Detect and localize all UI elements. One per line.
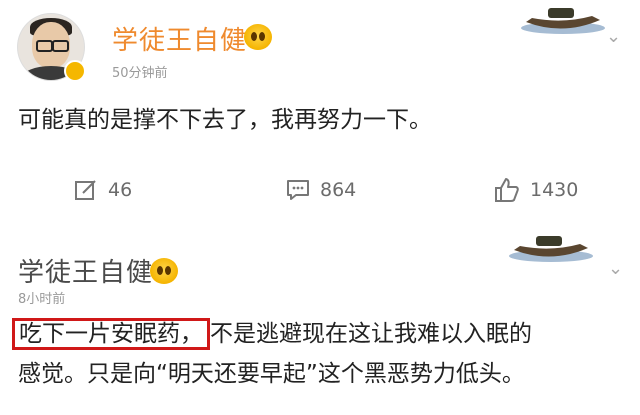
- chevron-down-icon[interactable]: ⌄: [608, 258, 623, 279]
- repost-button[interactable]: 46: [74, 170, 132, 210]
- post-content: 可能真的是撑不下去了，我再努力一下。: [18, 107, 432, 133]
- post-content: 吃下一片安眠药， 不是逃避现在这让我难以入眠的 感觉。只是向“明天还要早起”这个黑…: [12, 314, 628, 394]
- boat-sticker-icon: [509, 236, 593, 262]
- content-line-2: 感觉。只是向“明天还要早起”这个黑恶势力低头。: [18, 361, 525, 387]
- weibo-post-1: 学徒王自健 50分钟前 ⌄ 可能真的是撑不下去了，我再努力一下。 46 864: [0, 0, 640, 228]
- like-icon: [495, 178, 519, 202]
- highlighted-text: 吃下一片安眠药，: [12, 318, 210, 350]
- weibo-post-2: 学徒王自健 8小时前 ⌄ 吃下一片安眠药， 不是逃避现在这让我难以入眠的 感觉。只…: [0, 228, 640, 415]
- emoji-icon: [244, 24, 272, 50]
- author-name[interactable]: 学徒王自健: [112, 20, 247, 57]
- comment-icon: [287, 180, 309, 200]
- like-count: 1430: [530, 179, 579, 201]
- chevron-down-icon[interactable]: ⌄: [606, 26, 621, 47]
- repost-count: 46: [108, 179, 133, 201]
- content-rest: 不是逃避现在这让我难以入眠的: [210, 321, 532, 347]
- post-actions: 46 864 1430: [0, 170, 640, 210]
- author-name[interactable]: 学徒王自健: [18, 252, 153, 289]
- content-line-1: 吃下一片安眠药， 不是逃避现在这让我难以入眠的: [12, 314, 628, 354]
- like-button[interactable]: 1430: [494, 170, 578, 210]
- emoji-icon: [150, 258, 178, 284]
- comment-button[interactable]: 864: [286, 170, 356, 210]
- post-time: 50分钟前: [112, 66, 168, 81]
- edit-icon: [75, 180, 96, 200]
- post-time: 8小时前: [18, 292, 66, 307]
- comment-count: 864: [320, 179, 357, 201]
- verified-badge-icon: [64, 60, 86, 82]
- boat-sticker-icon: [521, 8, 605, 34]
